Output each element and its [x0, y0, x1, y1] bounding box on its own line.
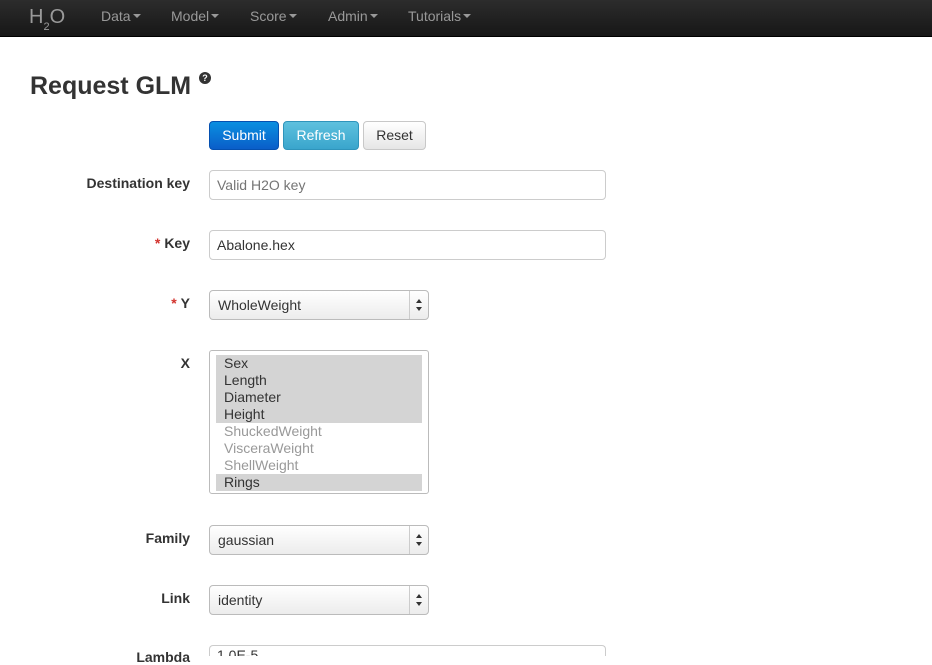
x-option-sex[interactable]: Sex [216, 355, 422, 372]
caret-down-icon [132, 14, 141, 19]
x-option-visceraweight[interactable]: VisceraWeight [216, 440, 422, 457]
top-navbar: H2O Data Model Score Admin Tutorials [0, 0, 932, 37]
page-title: Request GLM [30, 72, 192, 100]
x-option-length[interactable]: Length [216, 372, 422, 389]
link-select[interactable]: identity [209, 585, 429, 615]
x-option-rings[interactable]: Rings [216, 474, 422, 491]
link-label: Link [161, 590, 190, 606]
caret-down-icon [211, 14, 220, 19]
submit-button[interactable]: Submit [209, 121, 279, 150]
nav-data-menu[interactable]: Data [101, 0, 141, 36]
lambda-input[interactable]: 1.0E-5 [209, 645, 606, 656]
caret-down-icon [288, 14, 297, 19]
select-arrows-icon [409, 291, 428, 319]
x-option-shuckedweight[interactable]: ShuckedWeight [216, 423, 422, 440]
select-arrows-icon [409, 586, 428, 614]
select-arrows-icon [409, 526, 428, 554]
help-icon[interactable]: ? [199, 72, 211, 84]
h2o-logo[interactable]: H2O [29, 6, 65, 33]
nav-score-menu[interactable]: Score [250, 0, 297, 36]
y-label: * Y [171, 295, 190, 311]
destination-key-label: Destination key [86, 175, 190, 191]
caret-down-icon [463, 14, 472, 19]
x-label: X [180, 355, 190, 371]
link-select-value: identity [218, 592, 263, 608]
family-label: Family [145, 530, 190, 546]
nav-tutorials-menu[interactable]: Tutorials [408, 0, 472, 36]
x-option-shellweight[interactable]: ShellWeight [216, 457, 422, 474]
required-marker: * [171, 295, 177, 311]
key-label: * Key [154, 235, 190, 251]
nav-admin-menu[interactable]: Admin [328, 0, 378, 36]
lambda-label: Lambda [136, 649, 190, 665]
destination-key-input[interactable] [209, 170, 606, 200]
x-option-diameter[interactable]: Diameter [216, 389, 422, 406]
refresh-button[interactable]: Refresh [283, 121, 359, 150]
caret-down-icon [369, 14, 378, 19]
family-select-value: gaussian [218, 532, 275, 548]
reset-button[interactable]: Reset [363, 121, 426, 150]
required-marker: * [154, 235, 161, 251]
family-select[interactable]: gaussian [209, 525, 429, 555]
x-option-height[interactable]: Height [216, 406, 422, 423]
x-multiselect[interactable]: Sex Length Diameter Height ShuckedWeight… [209, 350, 429, 494]
y-select-value: WholeWeight [218, 297, 302, 313]
y-select[interactable]: WholeWeight [209, 290, 429, 320]
nav-model-menu[interactable]: Model [171, 0, 220, 36]
key-input[interactable]: Abalone.hex [209, 230, 606, 260]
